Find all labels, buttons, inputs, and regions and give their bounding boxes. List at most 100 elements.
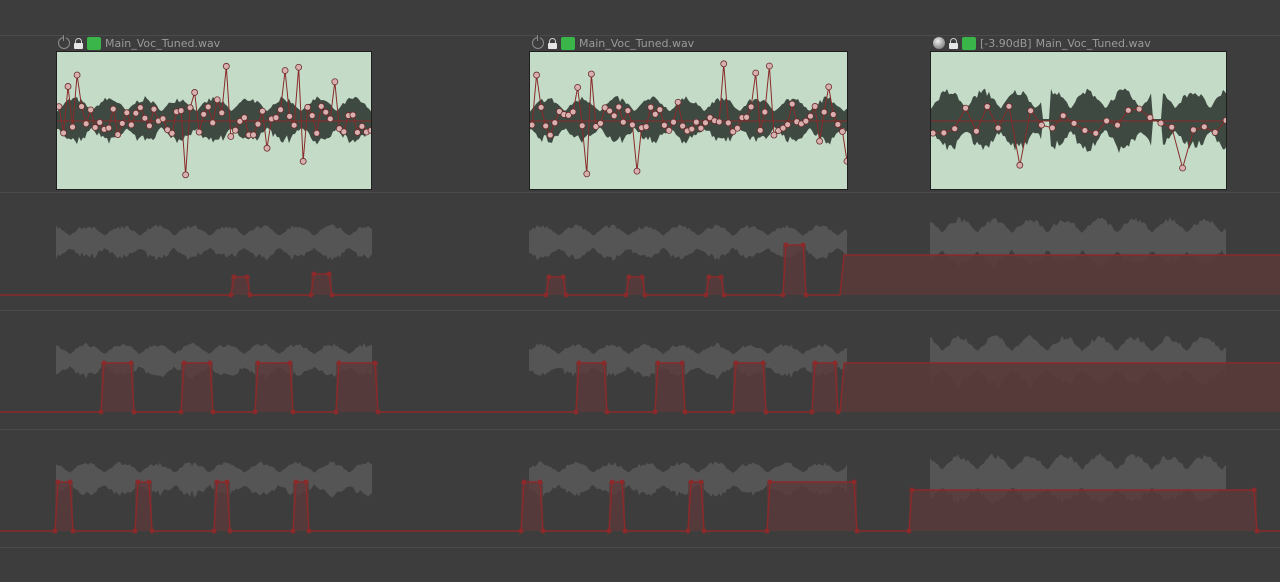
automation-node	[642, 292, 648, 298]
pitch-node	[1146, 114, 1154, 121]
pitch-node	[1016, 161, 1024, 169]
pitch-node	[1027, 107, 1035, 115]
automation-node	[560, 274, 566, 280]
automation-node	[247, 292, 253, 298]
automation-lane[interactable]	[0, 430, 1280, 547]
pitch-node	[1179, 164, 1186, 172]
automation-node	[679, 360, 685, 366]
automation-node	[149, 528, 155, 534]
pitch-node	[1103, 117, 1111, 125]
automation-node	[701, 528, 707, 534]
pitch-node	[57, 103, 63, 111]
pitch-node	[240, 114, 248, 122]
pitch-node	[295, 63, 303, 71]
automation-node	[780, 292, 786, 298]
automation-node	[733, 360, 739, 366]
pitch-node	[702, 119, 709, 127]
automation-node	[55, 479, 61, 485]
pitch-node	[692, 118, 700, 126]
pitch-node	[227, 133, 235, 140]
pitch-node	[168, 129, 176, 137]
automation-fill	[733, 363, 766, 412]
pitch-node	[647, 103, 655, 111]
pitch-node	[752, 69, 760, 77]
automation-node	[336, 360, 342, 366]
pitch-node	[1190, 126, 1197, 134]
audio-clip[interactable]	[930, 51, 1227, 190]
pitch-node	[674, 98, 682, 106]
pitch-node	[141, 114, 149, 122]
automation-fill	[655, 363, 685, 412]
pitch-node	[546, 131, 554, 139]
automation-node	[803, 292, 809, 298]
pitch-node	[331, 78, 339, 86]
pitch-node	[743, 113, 750, 121]
pitch-node	[688, 125, 696, 133]
automation-node	[721, 292, 727, 298]
clip-name: Main_Voc_Tuned.wav	[579, 36, 695, 50]
audio-clip[interactable]	[529, 51, 848, 190]
automation-lane[interactable]	[0, 311, 1280, 429]
pitch-node	[574, 83, 582, 91]
automation-lane[interactable]	[0, 193, 1280, 310]
pitch-node	[679, 122, 687, 130]
pitch-node	[272, 114, 280, 122]
automation-fill	[812, 363, 838, 412]
clip-name: Main_Voc_Tuned.wav	[1035, 36, 1151, 50]
pitch-node	[829, 111, 837, 118]
pitch-node	[597, 119, 604, 127]
automation-node	[311, 271, 317, 277]
lock-icon[interactable]	[74, 37, 83, 49]
pitch-node	[250, 131, 257, 139]
pitch-node	[286, 112, 294, 120]
automation-node	[178, 409, 184, 415]
pitch-node	[1135, 105, 1143, 113]
automation-node	[1251, 487, 1257, 493]
pitch-node	[747, 103, 755, 111]
gain-knob-icon[interactable]	[933, 37, 945, 49]
pitch-node	[724, 119, 732, 127]
automation-fill	[336, 363, 378, 412]
pitch-node	[195, 128, 203, 136]
automation-icon[interactable]	[561, 36, 575, 50]
lock-icon[interactable]	[949, 37, 958, 49]
automation-icon[interactable]	[87, 36, 101, 50]
automation-node	[851, 479, 857, 485]
automation-node	[609, 479, 615, 485]
pitch-node	[222, 62, 230, 70]
automation-node	[252, 409, 258, 415]
automation-node	[131, 409, 137, 415]
automation-icon[interactable]	[962, 36, 976, 50]
pitch-node	[610, 112, 618, 120]
audio-clip[interactable]	[56, 51, 372, 190]
lane-divider	[0, 547, 1280, 548]
automation-node	[652, 409, 658, 415]
automation-node	[812, 360, 818, 366]
pitch-node	[304, 103, 312, 111]
automation-node	[800, 242, 806, 248]
automation-node	[706, 274, 712, 280]
pitch-node	[218, 109, 226, 117]
pitch-node	[715, 118, 723, 126]
automation-node	[372, 360, 378, 366]
pitch-node	[150, 105, 158, 113]
automation-node	[622, 528, 628, 534]
automation-node	[626, 274, 632, 280]
automation-node	[576, 360, 582, 366]
pitch-node	[811, 103, 819, 110]
automation-node	[255, 360, 261, 366]
automation-node	[224, 479, 230, 485]
pitch-node	[60, 129, 67, 137]
lock-icon[interactable]	[548, 37, 557, 49]
automation-node	[375, 409, 381, 415]
automation-node	[688, 479, 694, 485]
pitch-node	[114, 131, 122, 138]
power-icon[interactable]	[58, 35, 70, 49]
pitch-node	[807, 112, 814, 120]
pitch-node	[697, 124, 705, 132]
pitch-node	[962, 104, 969, 112]
power-icon[interactable]	[532, 35, 544, 49]
pitch-node	[231, 126, 239, 134]
automation-node	[546, 274, 552, 280]
automation-node	[518, 528, 524, 534]
